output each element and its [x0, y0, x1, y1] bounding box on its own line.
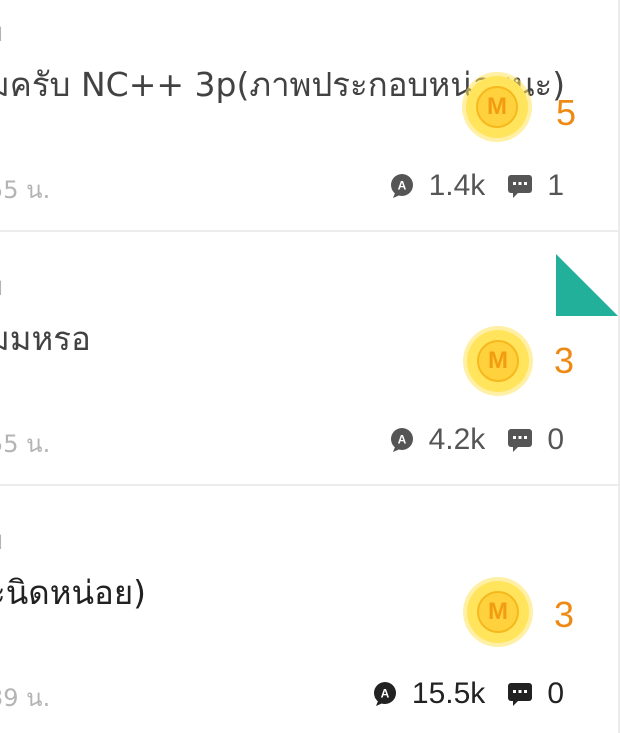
post-feed: ย มครับ NC++ 3p(ภาพประกอบหน่อยนะ) 55 น. …	[0, 0, 620, 733]
coin-count: 3	[554, 594, 575, 635]
comment-count: 0	[547, 677, 564, 710]
coin-icon[interactable]: M	[467, 330, 529, 392]
svg-text:A: A	[397, 179, 406, 193]
post-category: ย	[0, 266, 3, 307]
post-card[interactable]: ย มครับ NC++ 3p(ภาพประกอบหน่อยนะ) 55 น. …	[0, 0, 618, 230]
comment-count: 0	[547, 423, 564, 456]
post-timestamp: 39 น.	[0, 684, 51, 712]
avatar-bubble-icon: A	[390, 428, 413, 452]
post-title[interactable]: ะนิดหน่อย)	[0, 566, 146, 619]
view-count: 4.2k	[428, 423, 486, 456]
comment-count: 1	[547, 169, 564, 202]
post-card[interactable]: ย มมหรอ 55 น. M 3 A 4.2k 0	[0, 232, 618, 484]
avatar-bubble-icon: A	[373, 682, 396, 706]
post-card[interactable]: ย ะนิดหน่อย) 39 น. M 3 A 15.5k 0	[0, 486, 618, 733]
post-stats: A 4.2k 0	[389, 422, 564, 458]
post-category: ย	[0, 12, 3, 53]
avatar-bubble-icon: A	[390, 174, 413, 198]
post-stats: A 15.5k 0	[372, 676, 564, 712]
view-count: 1.4k	[428, 169, 486, 202]
view-count: 15.5k	[411, 677, 486, 710]
post-timestamp: 55 น.	[0, 176, 51, 204]
coin-count: 5	[556, 92, 577, 133]
comment-icon	[508, 429, 533, 452]
coin-icon[interactable]: M	[466, 76, 528, 138]
post-title[interactable]: มมหรอ	[0, 312, 91, 365]
svg-text:A: A	[381, 687, 390, 701]
coin-letter: M	[476, 86, 518, 128]
post-category: ย	[0, 520, 3, 561]
coin-icon[interactable]: M	[467, 581, 529, 643]
post-timestamp: 55 น.	[0, 430, 51, 458]
comment-icon	[508, 175, 533, 198]
coin-letter: M	[477, 340, 519, 382]
corner-flag-icon	[556, 254, 618, 316]
coin-count: 3	[554, 340, 575, 381]
svg-text:A: A	[397, 433, 406, 447]
post-stats: A 1.4k 1	[389, 168, 564, 204]
comment-icon	[508, 683, 533, 706]
coin-letter: M	[477, 591, 519, 633]
